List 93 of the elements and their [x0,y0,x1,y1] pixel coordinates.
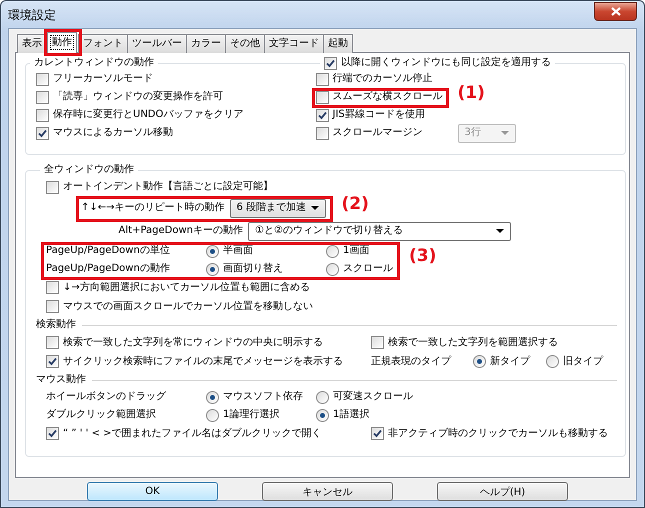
radio-button[interactable] [206,408,219,422]
field-label: PageUp/PageDownの動作 [46,263,170,274]
radio-label: 画面切り替え [223,263,283,275]
radio-label: 1語選択 [333,409,370,421]
dialog-button[interactable]: ヘルプ(H) [437,482,568,501]
checkbox[interactable] [36,108,49,122]
checkbox-label: マウスによるカーソル移動 [53,127,173,139]
field-label: 正規表現のタイプ [371,356,451,366]
radio-button[interactable] [316,408,329,422]
radio-label: 1論理行選択 [223,409,280,421]
radio-button[interactable] [326,262,339,276]
check-icon [373,429,382,438]
checkbox[interactable] [36,126,49,140]
close-icon [610,7,620,16]
radio-button[interactable] [473,355,486,368]
annotation-label: (1) [458,87,485,99]
checkbox-label: 検索で一致した文字列を範囲選択する [388,336,558,348]
checkbox[interactable] [46,427,59,440]
checkbox[interactable] [46,180,59,194]
radio-button[interactable] [206,390,219,404]
annotation-frame [44,29,82,56]
checkbox-label: サイクリック検索時にファイルの末尾でメッセージを表示する [63,356,343,368]
check-icon [326,58,335,68]
checkbox-label: オートインデント動作【言語ごとに設定可能】 [63,181,273,193]
tab[interactable]: 表示 [17,34,47,53]
tab[interactable]: 文字コード [264,34,324,53]
field-label: ↑↓←→キーのリピート時の動作 [81,202,225,214]
tab[interactable]: 起動 [323,34,353,53]
checkbox-label: 「読専」ウィンドウの変更操作を許可 [53,91,223,103]
checkbox[interactable] [371,427,384,440]
checkbox-label: JIS罫線コードを使用 [332,109,425,121]
section-title: 検索動作 [36,319,77,331]
caret-icon [310,206,319,210]
radio-button[interactable] [206,244,219,258]
checkbox-label: スムーズな横スクロール [332,91,443,103]
tab[interactable]: その他 [225,34,265,53]
radio-label: 可変速スクロール [333,391,413,403]
close-button[interactable] [594,2,637,21]
dialog-button[interactable]: キャンセル [262,482,393,501]
radio-button[interactable] [206,262,219,276]
checkbox[interactable] [316,72,329,86]
checkbox-label: 行端でのカーソル停止 [332,73,433,85]
section-title: マウス動作 [36,374,87,386]
checkbox-label: ↓→方向範囲選択においてカーソル位置も範囲に含める [63,282,310,294]
check-icon [48,357,57,366]
check-icon [38,128,47,138]
checkbox-label: スクロールマージン [332,127,423,139]
dialog-button[interactable]: OK [87,482,218,501]
caret-icon [496,229,504,233]
radio-label: スクロール [343,263,393,275]
field-label: ダブルクリック範囲選択 [46,409,156,420]
check-icon [48,429,57,438]
tab[interactable]: ツールバー [127,34,187,53]
field-label: ホイールボタンのドラッグ [46,391,166,402]
dropdown[interactable]: ①と②のウィンドウで切り替える [248,222,511,240]
check-icon [318,110,327,120]
tab[interactable]: カラー [186,34,226,53]
dropdown[interactable]: 6 段階まで加速 [230,198,326,218]
caret-icon [500,131,509,135]
radio-button[interactable] [546,355,559,368]
annotation-label: (3) [409,250,436,262]
checkbox[interactable] [46,355,59,368]
radio-label: マウスソフト依存 [223,391,303,403]
window-title: 環境設定 [8,8,56,20]
checkbox[interactable] [324,56,337,70]
checkbox[interactable] [36,72,49,86]
checkbox[interactable] [36,90,49,104]
checkbox-label: 検索で一致した文字列を常にウィンドウの中央に明示する [63,336,323,348]
field-label: Alt+PageDownキーの動作 [118,225,243,236]
checkbox[interactable] [46,281,59,294]
group-title: 全ウィンドウの動作 [40,164,138,176]
tab[interactable]: フォント [78,34,128,53]
checkbox-label: 非アクティブ時のクリックでカーソルも移動する [388,428,608,440]
field-label: PageUp/PageDownの単位 [46,245,170,256]
checkbox-label: フリーカーソルモード [53,73,153,85]
radio-button[interactable] [316,390,329,404]
checkbox-label: マウスでの画面スクロールでカーソル位置を移動しない [63,300,313,312]
radio-label: 旧タイプ [563,356,603,368]
checkbox[interactable] [46,336,59,349]
checkbox[interactable] [316,108,329,122]
checkbox-label: 以降に開くウィンドウにも同じ設定を適用する [341,57,551,69]
radio-label: 新タイプ [490,356,530,368]
group-title: カレントウィンドウの動作 [30,57,158,69]
checkbox[interactable] [46,300,59,313]
tab[interactable]: 動作 [47,32,77,53]
checkbox-label: 保存時に変更行とUNDOバッファをクリア [53,109,244,121]
checkbox[interactable] [316,90,329,104]
annotation-label: (2) [342,198,369,210]
radio-button[interactable] [326,244,339,258]
checkbox-label: “ ” ' ' < >で囲まれたファイル名はダブルクリックで開く [63,428,322,440]
radio-label: 1画面 [343,245,370,257]
radio-label: 半画面 [223,245,253,257]
checkbox[interactable] [371,336,384,349]
